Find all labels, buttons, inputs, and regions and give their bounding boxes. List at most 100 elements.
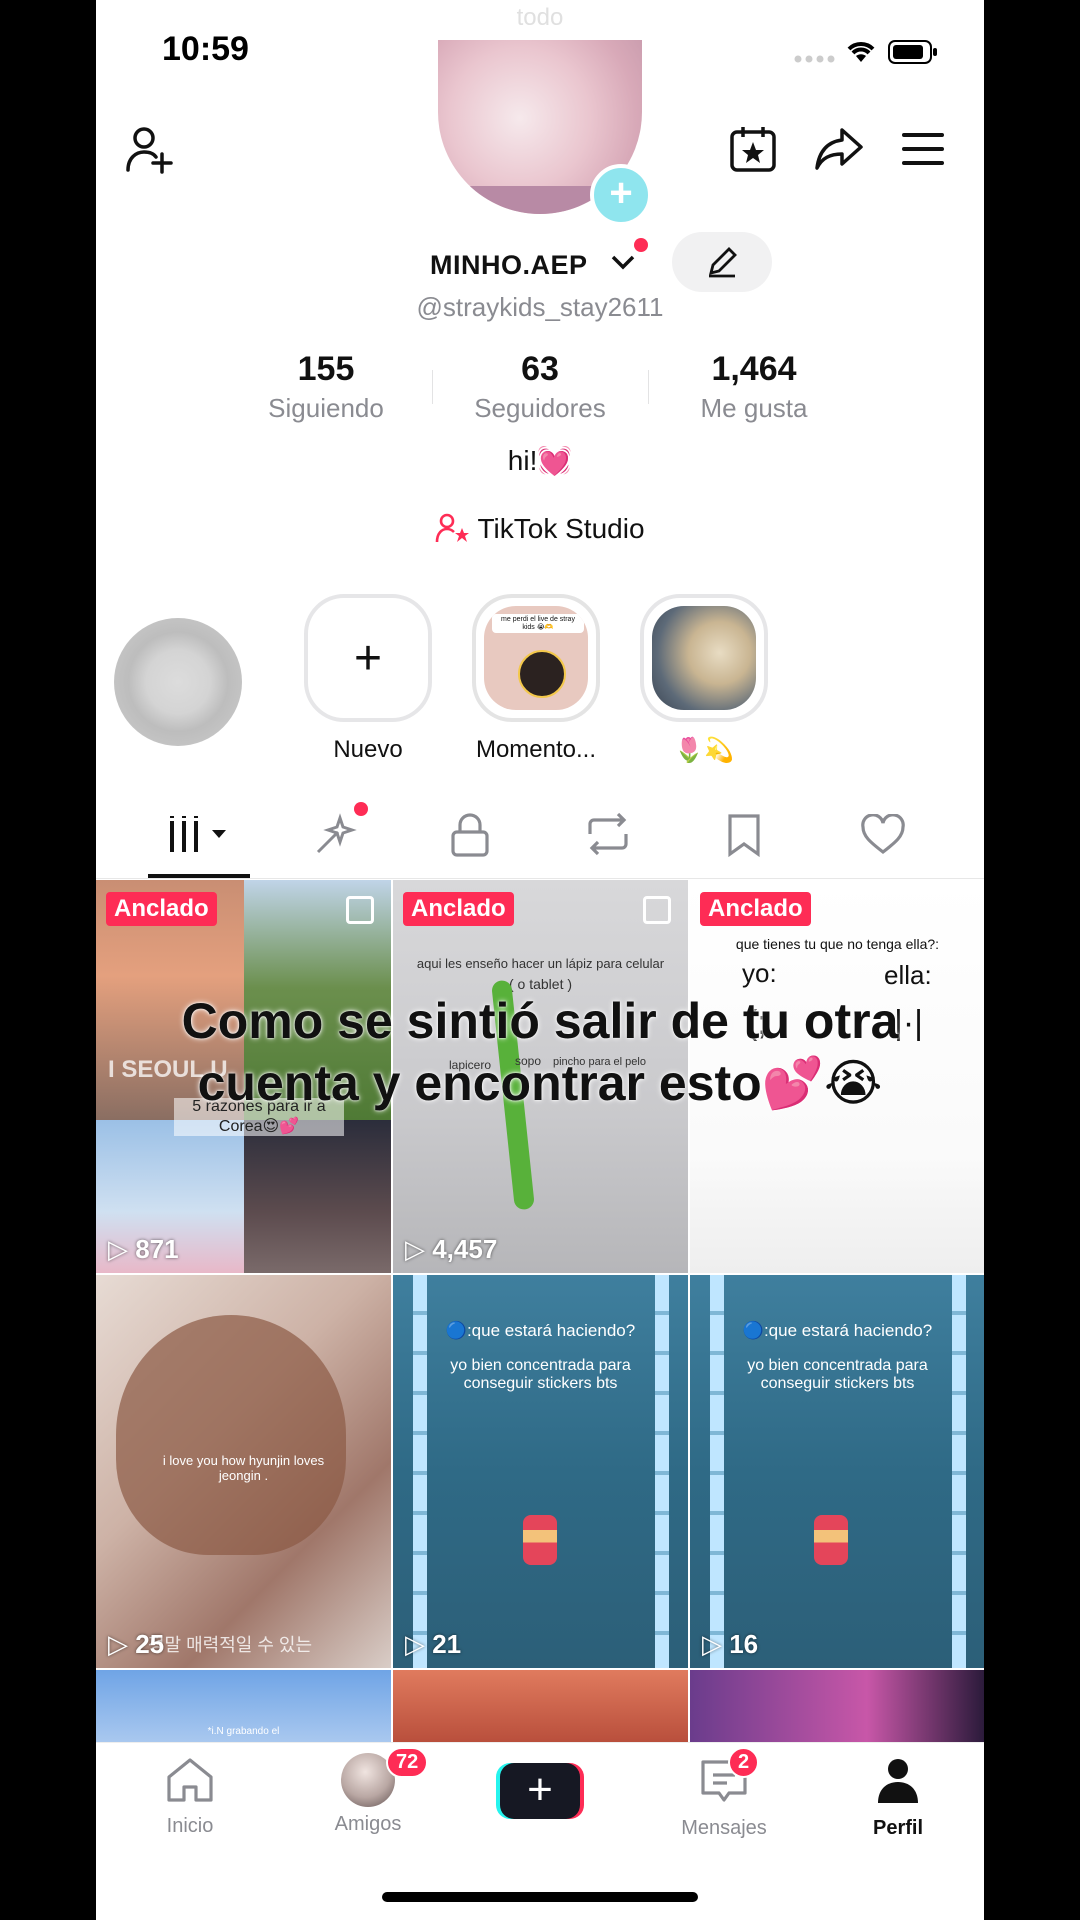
tab-sparkle[interactable] [310,812,358,865]
video-tile[interactable] [393,1670,688,1742]
highlight-label: Momento... [475,736,597,763]
plus-icon: + [500,1763,580,1819]
highlight-label: 🌷💫 [674,737,734,764]
highlight-new-tile: + [304,594,432,722]
menu-icon[interactable] [902,132,946,171]
video-caption-2: yo bien concentrada para conseguir stick… [747,1357,928,1392]
wifi-icon [844,38,878,69]
tab-reposts[interactable] [584,812,632,861]
bookmark-icon [728,814,760,858]
stat-divider [648,370,649,404]
pixel-character [523,1515,557,1565]
view-count-value: 21 [432,1629,462,1659]
profile-bio: hi!💓 [507,445,573,476]
stat-label: Seguidores [474,393,606,423]
tab-liked[interactable] [860,813,906,861]
hair-shape [116,1315,346,1555]
status-time: 10:59 [162,30,249,68]
highlight-momentos[interactable]: me perdi el live de stray kids 😭🫶 Moment… [472,594,600,764]
nav-label: Inicio [166,1815,214,1837]
video-tile[interactable]: 🔵:que estará haciendo? yo bien concentra… [690,1275,984,1668]
tab-dot [354,802,368,816]
add-friend-icon[interactable] [124,124,176,181]
tab-videos[interactable] [168,812,232,861]
video-caption: *i.N grabando el [207,1726,280,1737]
view-count-value: 16 [729,1629,759,1659]
view-count: ▷ 16 [702,1629,758,1660]
multi-photo-icon [346,896,374,924]
nav-friends[interactable]: Amigos 72 [308,1747,429,1836]
battery-icon [888,40,938,69]
tiktok-studio-link[interactable]: TikTok Studio [96,512,984,545]
stat-label: Siguiendo [268,393,384,423]
play-icon: ▷ [108,1629,136,1659]
video-tile[interactable]: i love you how hyunjin loves jeongin . 정… [96,1275,391,1668]
view-count: ▷ 871 [108,1234,179,1265]
stat-likes[interactable]: 1,464 Me gusta [654,350,854,424]
profile-screen: todo 10:59 + MINHO.AEP @straykids_stay26… [96,0,984,1920]
nav-label: Amigos [334,1813,402,1835]
overlay-line-2: cuenta y encontrar esto💕😭 [197,1055,883,1111]
video-tile[interactable]: *i.N grabando el [96,1670,391,1742]
view-count-value: 871 [135,1234,179,1264]
chevron-down-icon[interactable] [610,248,636,279]
heart-icon [861,813,905,855]
highlight-new[interactable]: + Nuevo [304,594,432,764]
home-indicator [382,1892,698,1902]
creator-calendar-icon[interactable] [728,124,778,179]
share-icon[interactable] [814,126,864,177]
view-count: ▷ 4,457 [405,1234,497,1265]
view-count-value: 25 [135,1629,165,1659]
signal-icon [794,52,838,70]
stat-following[interactable]: 155 Siguiendo [226,350,426,424]
nav-profile[interactable]: Perfil [838,1757,958,1840]
home-icon [167,1758,213,1802]
add-story-plus-icon[interactable]: + [590,164,652,226]
stat-label: Me gusta [700,393,808,423]
tab-private[interactable] [450,812,490,863]
stat-divider [432,370,433,404]
highlight-thumb-caption: me perdi el live de stray kids 😭🫶 [492,614,584,633]
ella-label: ella: [884,960,932,990]
video-caption-2: yo bien concentrada para conseguir stick… [450,1357,631,1392]
overlay-line-1: Como se sintió salir de tu otra [181,993,899,1049]
video-caption: i love you how hyunjin loves jeongin . [162,1453,325,1483]
highlight-label: Nuevo [333,736,403,763]
play-icon: ▷ [405,1629,433,1659]
profile-username[interactable]: MINHO.AEP [430,250,588,281]
tabs-divider [96,878,984,879]
highlight-thumb [640,594,768,722]
grid-icon [168,816,226,852]
edit-profile-button[interactable] [672,232,772,292]
view-count: ▷ 25 [108,1629,164,1660]
stat-value: 155 [297,350,355,388]
nav-messages[interactable]: Mensajes 2 [664,1747,784,1840]
overlay-caption: Como se sintió salir de tu otra cuenta y… [96,990,984,1114]
video-tile[interactable] [690,1670,984,1742]
scrolled-header-ghost: todo [516,4,564,31]
pencil-icon [709,247,737,278]
messages-badge: 2 [728,1747,760,1778]
sparkle-icon [316,813,357,854]
create-button[interactable]: + [496,1763,584,1819]
highlight-loading[interactable] [114,618,242,746]
view-count-value: 4,457 [432,1234,498,1264]
highlight-flowers[interactable]: 🌷💫 [640,594,768,765]
profile-handle: @straykids_stay2611 [416,292,664,322]
nav-label: Perfil [872,1817,924,1839]
repost-icon [588,812,628,856]
lock-icon [451,813,489,857]
pinned-badge: Anclado [700,892,811,926]
nav-label: Mensajes [681,1817,767,1839]
video-caption: aqui les enseño hacer un lápiz para celu… [416,956,665,971]
stat-followers[interactable]: 63 Seguidores [440,350,640,424]
nav-home[interactable]: Inicio [130,1757,250,1838]
friends-badge: 72 [386,1747,429,1778]
video-tile[interactable]: 🔵:que estará haciendo? yo bien concentra… [393,1275,688,1668]
stat-value: 1,464 [711,350,797,388]
pixel-character [814,1515,848,1565]
tab-favorites[interactable] [726,812,762,863]
play-icon: ▷ [108,1234,136,1264]
play-icon: ▷ [702,1629,730,1659]
studio-label: TikTok Studio [477,513,645,544]
